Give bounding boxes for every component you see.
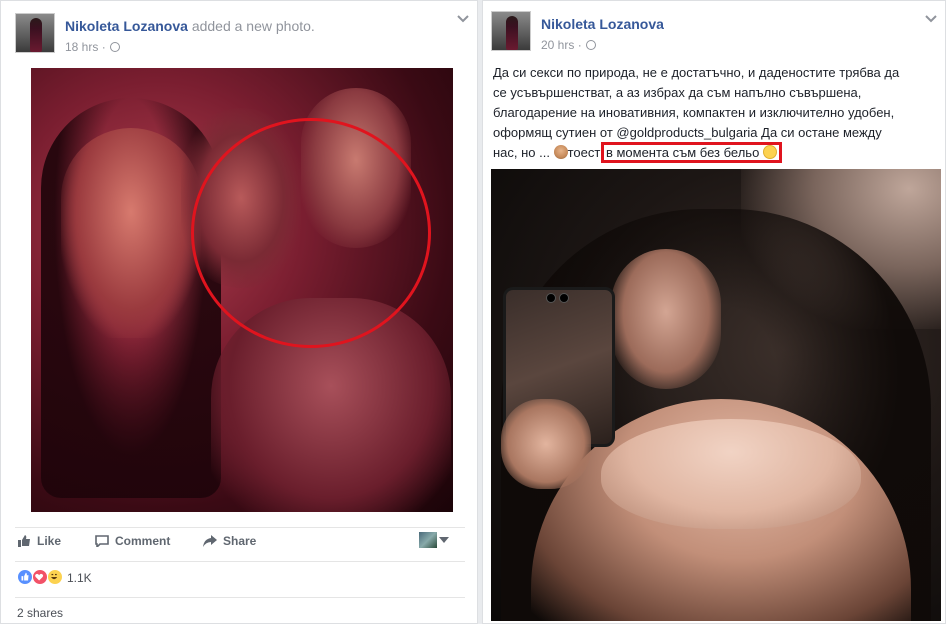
reactions-summary[interactable]: 1.1K [15, 561, 465, 591]
post-timestamp[interactable]: 20 hrs [541, 38, 574, 52]
public-globe-icon [109, 42, 120, 52]
post-text-line: оформящ сутиен от @goldproducts_bulgaria… [493, 125, 882, 140]
comment-button[interactable]: Comment [95, 534, 170, 548]
left-post: Nikoleta Lozanova added a new photo. 18 … [0, 0, 478, 624]
post-photo[interactable] [31, 68, 453, 512]
love-icon [32, 569, 48, 585]
author-line: Nikoleta Lozanova added a new photo. [65, 18, 315, 34]
right-post: Nikoleta Lozanova 20 hrs · Да си секси п… [482, 0, 946, 624]
post-text-mid: тоест [567, 145, 604, 160]
like-label: Like [37, 534, 62, 548]
share-label: Share [223, 534, 257, 548]
highlighted-text: в момента съм без бельо [600, 142, 782, 163]
share-button[interactable]: Share [203, 534, 256, 548]
chevron-down-icon[interactable] [925, 15, 937, 23]
viewer-selector[interactable] [419, 532, 451, 550]
post-text-line: благодарение на иновативния, компактен и… [493, 105, 895, 120]
public-globe-icon [585, 40, 596, 50]
like-icon [17, 569, 33, 585]
post-meta: 20 hrs · [541, 38, 596, 52]
haha-icon [47, 569, 63, 585]
post-text-line-last: нас, но ... тоест в момента съм без бель… [493, 142, 933, 163]
author-line: Nikoleta Lozanova [541, 16, 664, 32]
post-text-line: се усъвършенстват, а аз избрах да съм на… [493, 85, 862, 100]
shares-count[interactable]: 2 shares [17, 606, 63, 620]
author-name[interactable]: Nikoleta Lozanova [65, 18, 188, 34]
reaction-count: 1.1K [67, 571, 92, 585]
highlight-circle [191, 118, 431, 348]
viewer-avatar [419, 532, 437, 548]
smile-emoji-icon [762, 145, 777, 159]
avatar[interactable] [491, 11, 531, 51]
highlighted-phrase: в момента съм без бельо [605, 145, 760, 160]
comment-label: Comment [115, 534, 171, 548]
post-text-start: нас, но ... [493, 145, 554, 160]
chevron-down-icon[interactable] [457, 15, 469, 23]
post-timestamp[interactable]: 18 hrs [65, 40, 98, 54]
comment-icon [95, 535, 109, 547]
post-actions-bar: Like Comment Share [15, 527, 465, 553]
post-meta: 18 hrs · [65, 40, 120, 54]
like-button[interactable]: Like [17, 534, 61, 548]
shares-row: 2 shares [15, 597, 465, 621]
post-photo[interactable] [491, 169, 941, 621]
avatar[interactable] [15, 13, 55, 53]
author-name[interactable]: Nikoleta Lozanova [541, 16, 664, 32]
caret-down-icon [439, 537, 449, 543]
person-emoji-icon [553, 145, 568, 159]
post-text-line: Да си секси по природа, не е достатъчно,… [493, 65, 900, 80]
thumbs-up-icon [18, 535, 30, 547]
post-action-text: added a new photo. [191, 18, 315, 34]
share-arrow-icon [203, 535, 217, 547]
post-text: Да си секси по природа, не е достатъчно,… [493, 63, 933, 163]
